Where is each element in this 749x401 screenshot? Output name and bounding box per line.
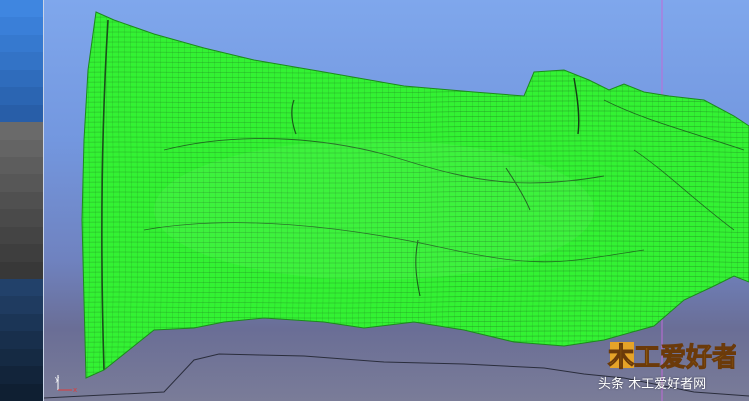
color-swatch[interactable] — [0, 17, 43, 35]
color-swatch[interactable] — [0, 296, 43, 314]
color-swatch[interactable] — [0, 331, 43, 349]
color-swatch[interactable] — [0, 244, 43, 262]
color-swatch[interactable] — [0, 226, 43, 245]
color-swatch[interactable] — [0, 279, 43, 297]
color-swatch-strip — [0, 0, 44, 401]
color-swatch[interactable] — [0, 34, 43, 53]
color-swatch[interactable] — [0, 87, 43, 105]
axis-indicator: y x — [54, 372, 78, 394]
color-swatch[interactable] — [0, 52, 43, 70]
color-swatch[interactable] — [0, 174, 43, 192]
color-swatch[interactable] — [0, 104, 43, 123]
color-swatch[interactable] — [0, 0, 43, 18]
color-swatch[interactable] — [0, 313, 43, 332]
color-swatch[interactable] — [0, 139, 43, 157]
color-swatch[interactable] — [0, 366, 43, 384]
logo-text: 木工爱好者 — [607, 343, 736, 372]
color-swatch[interactable] — [0, 69, 43, 88]
logo-watermark: 木工爱好者 — [606, 338, 739, 374]
color-swatch[interactable] — [0, 348, 43, 367]
color-swatch[interactable] — [0, 191, 43, 210]
color-swatch[interactable] — [0, 209, 43, 227]
axis-label-x: x — [73, 386, 77, 394]
watermark-caption: 头条 木工爱好者网 — [598, 377, 707, 392]
cad-application: y x 前 木工爱好者 头条 木工爱好者网 — [0, 0, 749, 401]
color-swatch[interactable] — [0, 383, 43, 401]
color-swatch[interactable] — [0, 156, 43, 175]
axis-label-y: y — [55, 375, 59, 383]
color-swatch[interactable] — [0, 122, 43, 140]
color-swatch[interactable] — [0, 261, 43, 279]
